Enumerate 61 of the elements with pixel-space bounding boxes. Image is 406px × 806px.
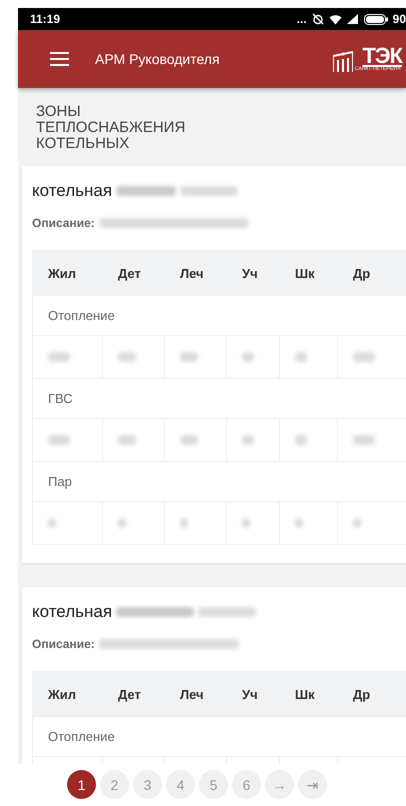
redacted-text xyxy=(118,352,136,362)
redacted-text xyxy=(353,435,375,445)
column-header: Уч xyxy=(241,266,259,280)
redacted-text xyxy=(180,435,198,445)
column-header: Дет xyxy=(117,266,142,280)
redacted-text xyxy=(242,352,254,362)
redacted-text xyxy=(180,186,238,196)
building-icon xyxy=(332,50,353,72)
row-label: ГВС xyxy=(33,378,406,418)
redacted-text xyxy=(48,352,70,362)
redacted-text xyxy=(242,518,250,528)
row-label: Отопление xyxy=(33,716,406,756)
page-button[interactable]: 6 xyxy=(232,770,261,799)
redacted-text xyxy=(198,607,256,617)
column-header: Жил xyxy=(47,686,77,702)
redacted-text xyxy=(116,186,176,196)
column-header: Жил xyxy=(47,266,77,280)
redacted-text xyxy=(295,435,307,445)
page-button[interactable]: 3 xyxy=(133,770,162,799)
more-notifications-text: ... xyxy=(296,12,307,26)
page-button[interactable]: 2 xyxy=(100,770,129,799)
description-label: Описание: xyxy=(32,637,95,651)
clock-time: 11:19 xyxy=(30,12,60,26)
column-header: Леч xyxy=(179,266,205,280)
signal-icon xyxy=(346,14,359,24)
redacted-text xyxy=(242,435,254,445)
page-button[interactable]: 5 xyxy=(199,770,228,799)
wifi-icon xyxy=(328,14,342,24)
alarm-off-icon xyxy=(312,13,324,25)
column-header: Др xyxy=(352,266,372,280)
page-button[interactable]: ⇥ xyxy=(298,770,327,799)
column-header: Шк xyxy=(294,686,316,702)
page-title: ЗОНЫ ТЕПЛОСНАБЖЕНИЯ КОТЕЛЬНЫХ xyxy=(35,102,186,154)
description-label: Описание: xyxy=(32,216,95,230)
page-button[interactable]: 1 xyxy=(67,770,96,799)
redacted-text xyxy=(180,352,198,362)
redacted-text xyxy=(295,518,303,528)
column-header: Дет xyxy=(117,686,142,702)
page-button[interactable]: 4 xyxy=(166,770,195,799)
redacted-text xyxy=(180,518,188,528)
redacted-text xyxy=(118,435,136,445)
row-label: Отопление xyxy=(33,295,406,335)
card-title: котельная xyxy=(32,181,112,201)
page-button[interactable]: → xyxy=(265,770,294,799)
column-header: Уч xyxy=(241,686,259,702)
redacted-text xyxy=(48,435,70,445)
column-header: Леч xyxy=(179,686,205,702)
redacted-text xyxy=(48,518,56,528)
battery-icon xyxy=(364,14,388,24)
card-title: котельная xyxy=(32,602,112,622)
redacted-text xyxy=(353,352,375,362)
column-header: Шк xyxy=(294,266,316,280)
battery-percent: 90 xyxy=(392,12,406,26)
redacted-text xyxy=(295,352,307,362)
column-header: Др xyxy=(352,686,372,702)
menu-button[interactable] xyxy=(50,52,69,66)
row-label: Пар xyxy=(33,461,406,501)
app-title: АРМ Руководителя xyxy=(95,51,221,67)
logo-text: ТЭК xyxy=(362,46,402,66)
redacted-text xyxy=(353,518,361,528)
redacted-text xyxy=(118,518,126,528)
